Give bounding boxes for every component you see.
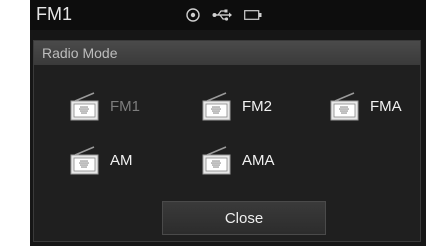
battery-icon — [244, 10, 262, 20]
radio-icon — [202, 145, 232, 175]
status-title: FM1 — [36, 4, 72, 24]
status-icons — [186, 7, 262, 23]
screen: FM1 Radio Mode FM1 FM2 FMA AM AMA Close — [30, 0, 426, 246]
mode-ama-button[interactable]: AMA — [202, 145, 275, 175]
status-bar: FM1 — [30, 0, 426, 30]
mode-fm1-button[interactable]: FM1 — [70, 91, 140, 121]
mode-label: FM2 — [242, 97, 272, 115]
mode-label: AM — [110, 151, 133, 169]
mode-fm2-button[interactable]: FM2 — [202, 91, 272, 121]
mode-label: FMA — [370, 97, 402, 115]
radio-icon — [70, 91, 100, 121]
record-icon — [186, 8, 200, 22]
mode-am-button[interactable]: AM — [70, 145, 133, 175]
mode-label: AMA — [242, 151, 275, 169]
radio-icon — [202, 91, 232, 121]
dialog-title: Radio Mode — [42, 45, 118, 61]
radio-icon — [70, 145, 100, 175]
mode-label: FM1 — [110, 97, 140, 115]
dialog-header: Radio Mode — [34, 41, 420, 65]
usb-icon — [212, 9, 232, 21]
close-button[interactable]: Close — [162, 201, 326, 235]
radio-mode-dialog: Radio Mode FM1 FM2 FMA AM AMA Close — [33, 40, 421, 242]
mode-fma-button[interactable]: FMA — [330, 91, 402, 121]
radio-icon — [330, 91, 360, 121]
